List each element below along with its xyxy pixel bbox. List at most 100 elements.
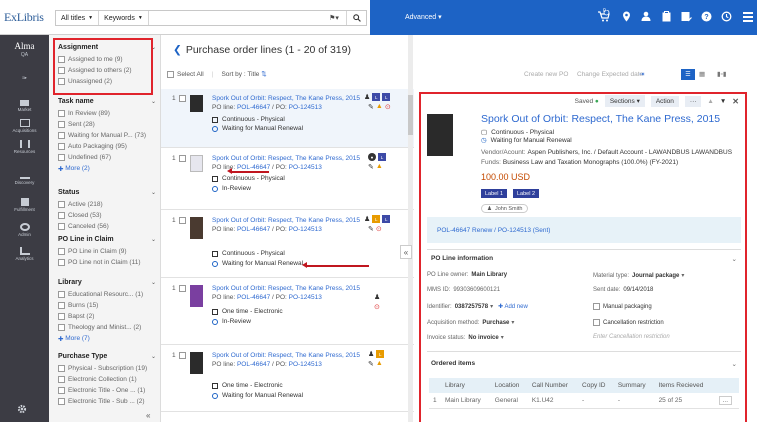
facet-option[interactable]: Undefined (67) [58, 152, 156, 163]
checkbox[interactable] [58, 324, 65, 331]
exlibris-logo[interactable]: ExLibris [4, 10, 44, 25]
help-icon[interactable]: ? [699, 9, 713, 23]
assigned-user-chip[interactable]: ♟ John Smith [481, 204, 529, 213]
checkbox[interactable] [58, 376, 65, 383]
facet-option[interactable]: Closed (53) [58, 210, 156, 221]
checkbox[interactable] [58, 212, 65, 219]
checkbox[interactable] [58, 313, 65, 320]
row-checkbox[interactable] [179, 352, 186, 359]
more-options-button[interactable]: ··· [684, 95, 702, 107]
checkbox[interactable] [58, 201, 65, 208]
search-button[interactable] [346, 11, 366, 25]
label-badge[interactable]: Label 2 [513, 189, 540, 198]
prev-arrow-icon[interactable]: ▲ [707, 98, 713, 105]
row-checkbox[interactable] [179, 285, 186, 292]
section-ordered-items[interactable]: Ordered items ⌄ [427, 360, 741, 368]
checkbox[interactable] [58, 154, 65, 161]
back-arrow-icon[interactable]: ❮ [173, 44, 182, 56]
checkbox[interactable] [58, 291, 65, 298]
nav-item-analytics[interactable]: Analytics [0, 247, 49, 261]
row-title-link[interactable]: Spork Out of Orbit: Respect, The Kane Pr… [212, 217, 362, 224]
list-view-icon[interactable]: ☰ [681, 68, 695, 80]
acquisition-method[interactable]: Acquisition method: Purchase ▾ [427, 319, 514, 327]
checkbox[interactable] [58, 387, 65, 394]
export-icon[interactable]: ⇥ [639, 70, 644, 78]
facet-option[interactable]: Educational Resourc... (1) [58, 289, 156, 300]
close-icon[interactable]: ✕ [732, 97, 739, 106]
menu-icon[interactable] [741, 9, 755, 23]
table-row[interactable]: 1 Main Library General K1.U42 - - 25 of … [429, 393, 739, 409]
cart-icon[interactable]: 0 [596, 8, 610, 23]
collapse-panel-icon[interactable]: « [400, 245, 412, 259]
collapse-facets-icon[interactable]: « [146, 411, 150, 420]
select-all-checkbox[interactable] [167, 70, 174, 78]
nav-item-market[interactable]: Market [0, 100, 49, 112]
create-po-button[interactable]: Create new PO [524, 71, 568, 78]
settings-gear-icon[interactable] [17, 404, 27, 416]
chevron-down-icon[interactable]: ⌄ [151, 353, 156, 360]
section-po-line-information[interactable]: PO Line information ⌄ [427, 255, 741, 263]
checkbox[interactable] [58, 248, 65, 255]
facet-option[interactable]: Electronic Title - Sub ... (2) [58, 396, 156, 407]
add-new-link[interactable]: ✚ Add new [498, 303, 528, 310]
checkbox[interactable] [58, 223, 65, 230]
clipboard-icon[interactable] [659, 9, 673, 23]
table-row[interactable]: 1 Spork Out of Orbit: Respect, The Kane … [161, 149, 414, 210]
location-pin-icon[interactable] [619, 9, 633, 23]
tasks-icon[interactable] [679, 9, 693, 23]
list-scrollbar[interactable] [408, 35, 413, 422]
chevron-down-icon[interactable]: ⌄ [151, 279, 156, 286]
checkbox[interactable] [58, 259, 65, 266]
material-type[interactable]: Material type: Journal package ▾ [593, 272, 684, 280]
label-badge[interactable]: Label 1 [481, 189, 508, 198]
advanced-search-link[interactable]: Advanced ▾ [405, 13, 442, 21]
facet-option[interactable]: Bapst (2) [58, 311, 156, 322]
more-link[interactable]: ✚ More (2) [58, 163, 156, 174]
split-view-icon[interactable]: ▮▫▮ [717, 70, 726, 78]
checkbox[interactable] [58, 121, 65, 128]
facet-option[interactable]: PO Line not in Claim (11) [58, 257, 156, 268]
user-icon[interactable] [639, 9, 653, 23]
facet-option[interactable]: Active (218) [58, 199, 156, 210]
change-date-button[interactable]: Change Expected date [577, 71, 643, 78]
facet-option[interactable]: Waiting for Manual P... (73) [58, 130, 156, 141]
manual-packaging-checkbox[interactable]: Manual packaging [593, 303, 652, 310]
sort-dropdown[interactable]: Sort by : Title ⇅ [221, 70, 266, 78]
table-row[interactable]: 1 Spork Out of Orbit: Respect, The Kane … [161, 279, 414, 345]
facet-option[interactable]: In Review (89) [58, 108, 156, 119]
checkbox[interactable] [58, 365, 65, 372]
more-link[interactable]: ✚ More (7) [58, 333, 156, 344]
facet-option[interactable]: Theology and Minist... (2) [58, 322, 156, 333]
row-checkbox[interactable] [179, 217, 186, 224]
chevron-down-icon[interactable]: ⌄ [151, 98, 156, 105]
checkbox[interactable] [58, 143, 65, 150]
table-row[interactable]: 1 Spork Out of Orbit: Respect, The Kane … [161, 346, 414, 412]
checkbox[interactable] [58, 132, 65, 139]
pin-icon[interactable]: ⚑▾ [322, 14, 346, 22]
nav-item-admin[interactable]: Admin [0, 223, 49, 237]
facet-option[interactable]: Canceled (56) [58, 221, 156, 232]
invoice-status[interactable]: Invoice status: No invoice ▾ [427, 334, 504, 342]
detail-title[interactable]: Spork Out of Orbit: Respect, The Kane Pr… [481, 113, 720, 125]
search-scope-dropdown[interactable]: All titles ▼ [56, 11, 100, 25]
facet-option[interactable]: Electronic Collection (1) [58, 374, 156, 385]
checkbox[interactable] [58, 302, 65, 309]
facet-option[interactable]: Physical - Subscription (19) [58, 363, 156, 374]
row-title-link[interactable]: Spork Out of Orbit: Respect, The Kane Pr… [212, 155, 362, 162]
checkbox[interactable] [58, 398, 65, 405]
cancellation-restriction-input[interactable]: Enter Cancellation restriction [593, 334, 670, 340]
search-input[interactable] [149, 11, 322, 25]
checkbox[interactable] [58, 110, 65, 117]
row-title-link[interactable]: Spork Out of Orbit: Respect, The Kane Pr… [212, 285, 362, 292]
next-arrow-icon[interactable]: ▼ [720, 98, 726, 105]
facet-option[interactable]: Burns (15) [58, 300, 156, 311]
nav-item-fulfillment[interactable]: Fulfillment [0, 198, 49, 212]
table-row[interactable]: 1 Spork Out of Orbit: Respect, The Kane … [161, 89, 414, 148]
facet-option[interactable]: Auto Packaging (95) [58, 141, 156, 152]
chevron-down-icon[interactable]: ⌄ [732, 360, 737, 368]
grid-view-icon[interactable]: ▦ [699, 70, 705, 78]
table-row[interactable]: 1 Spork Out of Orbit: Respect, The Kane … [161, 211, 414, 278]
sections-button[interactable]: Sections ▾ [604, 95, 645, 107]
facet-option[interactable]: Sent (28) [58, 119, 156, 130]
history-icon[interactable] [719, 9, 733, 23]
